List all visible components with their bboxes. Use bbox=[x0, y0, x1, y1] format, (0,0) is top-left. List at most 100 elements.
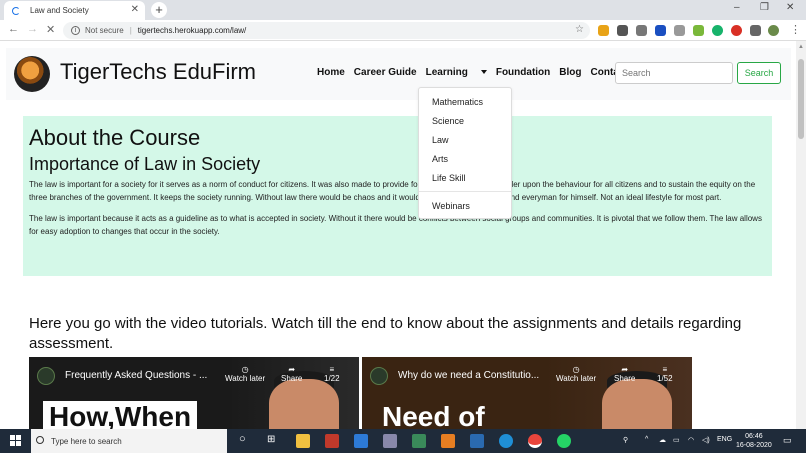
playlist-button[interactable]: ≡ 1/22 bbox=[324, 365, 340, 383]
dropdown-item-webinars[interactable]: Webinars bbox=[432, 201, 470, 211]
video-player[interactable]: How,When Frequently Asked Questions - ..… bbox=[29, 357, 359, 429]
nav-link-learning[interactable]: Learning bbox=[426, 67, 487, 78]
video-thumbnail-face bbox=[269, 379, 339, 429]
video-thumbnail-face bbox=[602, 379, 672, 429]
extension-icon[interactable] bbox=[655, 25, 666, 36]
dropdown-item-science[interactable]: Science bbox=[432, 116, 464, 126]
minimize-icon[interactable]: – bbox=[734, 2, 740, 13]
page-scrollbar[interactable]: ▲ bbox=[796, 41, 806, 429]
extension-icon[interactable] bbox=[712, 25, 723, 36]
people-icon[interactable]: ⚲ bbox=[623, 436, 628, 444]
close-tab-icon[interactable]: ✕ bbox=[131, 4, 139, 15]
channel-avatar[interactable] bbox=[37, 367, 55, 385]
taskbar-clock[interactable]: 06:46 16-08-2020 bbox=[736, 432, 772, 450]
channel-avatar[interactable] bbox=[370, 367, 388, 385]
task-view-icon[interactable]: ⊞ bbox=[267, 434, 275, 445]
cortana-icon[interactable]: ○ bbox=[239, 433, 246, 445]
app-icon[interactable] bbox=[383, 434, 397, 448]
security-label: Not secure bbox=[85, 26, 124, 35]
extension-icon[interactable] bbox=[636, 25, 647, 36]
new-tab-button[interactable]: + bbox=[151, 2, 167, 18]
share-button[interactable]: ➦ Share bbox=[614, 365, 635, 383]
taskbar-search-box[interactable]: Type here to search bbox=[31, 429, 227, 453]
share-label: Share bbox=[281, 374, 303, 383]
maximize-icon[interactable]: ❐ bbox=[760, 2, 769, 13]
nav-link-career-guide[interactable]: Career Guide bbox=[354, 67, 417, 78]
app-icon[interactable] bbox=[470, 434, 484, 448]
dropdown-divider bbox=[419, 191, 511, 192]
clock-date: 16-08-2020 bbox=[736, 442, 772, 449]
app-icon[interactable] bbox=[412, 434, 426, 448]
course-heading: About the Course bbox=[29, 125, 201, 150]
extension-icon[interactable] bbox=[731, 25, 742, 36]
nav-links: Home Career Guide Learning Foundation Bl… bbox=[317, 67, 637, 78]
address-bar[interactable]: i Not secure | tigertechs.herokuapp.com/… bbox=[63, 22, 590, 39]
nav-link-blog[interactable]: Blog bbox=[559, 67, 581, 78]
share-icon: ➦ bbox=[621, 365, 629, 374]
dropdown-item-life-skill[interactable]: Life Skill bbox=[432, 173, 466, 183]
dropdown-item-law[interactable]: Law bbox=[432, 135, 449, 145]
playlist-icon: ≡ bbox=[662, 365, 668, 374]
volume-icon[interactable]: ◁) bbox=[702, 436, 710, 444]
mail-icon[interactable] bbox=[354, 434, 368, 448]
forward-icon[interactable]: → bbox=[27, 23, 38, 35]
scroll-up-icon[interactable]: ▲ bbox=[798, 44, 804, 50]
menu-icon[interactable]: ⋮ bbox=[790, 23, 801, 36]
avatar[interactable] bbox=[768, 25, 779, 36]
wifi-icon[interactable]: ◠ bbox=[688, 436, 694, 444]
notifications-icon[interactable]: ▭ bbox=[783, 435, 792, 446]
browser-tab-bar: Law and Society ✕ + – ❐ ✕ bbox=[0, 0, 806, 20]
share-icon: ➦ bbox=[288, 365, 296, 374]
nav-link-learning-label: Learning bbox=[425, 67, 468, 78]
back-icon[interactable]: ← bbox=[8, 23, 19, 35]
extension-icon[interactable] bbox=[617, 25, 628, 36]
info-icon[interactable]: i bbox=[71, 26, 80, 35]
windows-start-icon[interactable] bbox=[10, 435, 22, 447]
share-label: Share bbox=[614, 374, 636, 383]
tiger-logo-icon[interactable] bbox=[14, 56, 50, 92]
video-title[interactable]: Frequently Asked Questions - ... bbox=[65, 370, 207, 381]
close-window-icon[interactable]: ✕ bbox=[786, 2, 794, 13]
extension-icon[interactable] bbox=[693, 25, 704, 36]
nav-link-foundation[interactable]: Foundation bbox=[496, 67, 550, 78]
scrollbar-thumb[interactable] bbox=[798, 59, 804, 139]
nav-link-home[interactable]: Home bbox=[317, 67, 345, 78]
video-overlay-text: How,When bbox=[43, 401, 198, 429]
edge-icon[interactable] bbox=[499, 434, 513, 448]
video-overlay-text: Need of bbox=[382, 401, 485, 429]
video-title[interactable]: Why do we need a Constitutio... bbox=[398, 370, 539, 381]
search-button[interactable]: Search bbox=[737, 62, 781, 84]
search-input[interactable] bbox=[615, 62, 733, 84]
brand-name[interactable]: TigerTechs EduFirm bbox=[60, 59, 256, 85]
chrome-icon[interactable] bbox=[528, 434, 542, 448]
video-player[interactable]: Need of Why do we need a Constitutio... … bbox=[362, 357, 692, 429]
watch-later-button[interactable]: ◷ Watch later bbox=[556, 365, 596, 383]
gift-app-icon[interactable] bbox=[325, 434, 339, 448]
search-icon bbox=[36, 436, 44, 444]
watch-later-label: Watch later bbox=[556, 374, 597, 383]
browser-tab[interactable]: Law and Society ✕ bbox=[4, 1, 145, 20]
taskbar-search-placeholder: Type here to search bbox=[51, 436, 122, 446]
dropdown-item-mathematics[interactable]: Mathematics bbox=[432, 97, 483, 107]
watch-later-button[interactable]: ◷ Watch later bbox=[225, 365, 265, 383]
cloud-icon[interactable]: ☁ bbox=[659, 436, 666, 444]
whatsapp-icon[interactable] bbox=[557, 434, 571, 448]
extension-icon[interactable] bbox=[598, 25, 609, 36]
battery-icon[interactable]: ▭ bbox=[673, 436, 680, 444]
windows-taskbar: Type here to search ○ ⊞ ⚲ ^ ☁ ▭ ◠ ◁) ENG… bbox=[0, 429, 806, 453]
dropdown-item-arts[interactable]: Arts bbox=[432, 154, 448, 164]
puzzle-icon[interactable] bbox=[750, 25, 761, 36]
playlist-button[interactable]: ≡ 1/52 bbox=[657, 365, 673, 383]
chevron-up-icon[interactable]: ^ bbox=[645, 436, 648, 443]
xampp-icon[interactable] bbox=[441, 434, 455, 448]
extension-icon[interactable] bbox=[674, 25, 685, 36]
store-icon[interactable] bbox=[296, 434, 310, 448]
stop-loading-icon[interactable]: ✕ bbox=[46, 23, 55, 36]
url-text[interactable]: tigertechs.herokuapp.com/law/ bbox=[138, 26, 247, 35]
language-indicator[interactable]: ENG bbox=[717, 436, 732, 443]
playlist-icon: ≡ bbox=[329, 365, 335, 374]
playlist-count: 1/22 bbox=[324, 374, 340, 383]
bookmark-star-icon[interactable]: ☆ bbox=[575, 24, 584, 35]
share-button[interactable]: ➦ Share bbox=[281, 365, 302, 383]
clock-icon: ◷ bbox=[572, 365, 580, 374]
